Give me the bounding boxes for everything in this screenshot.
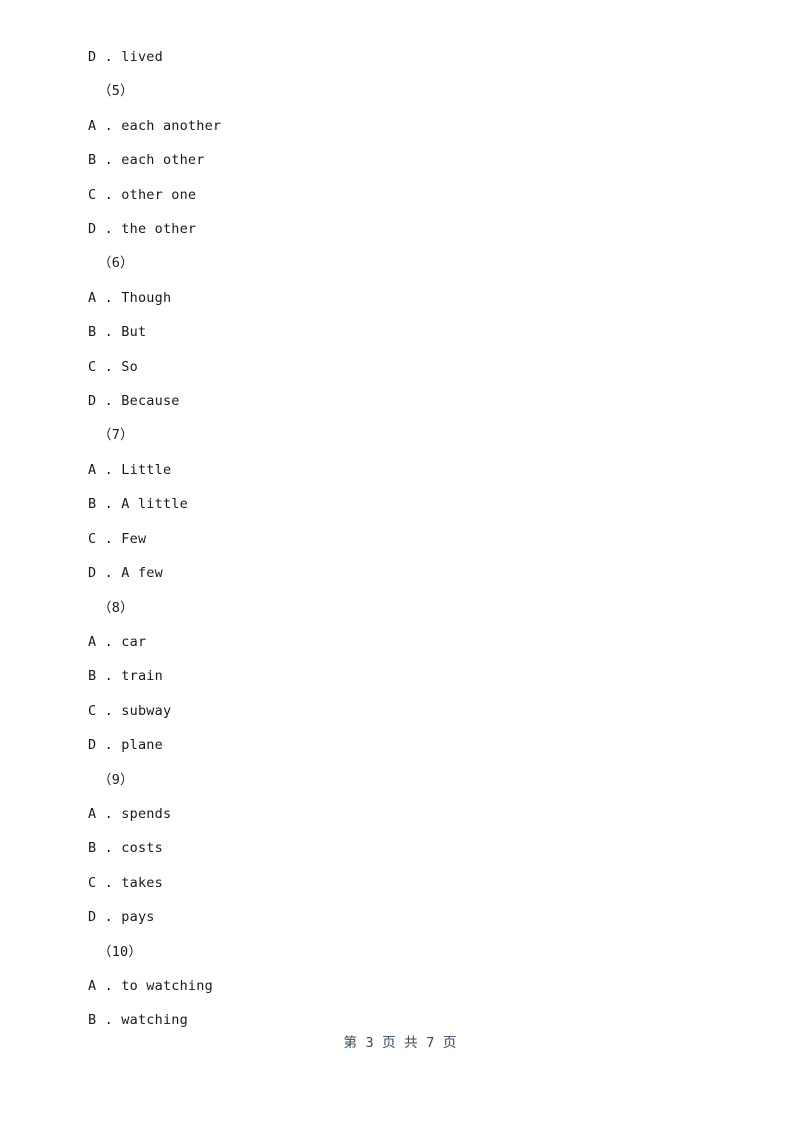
option-line: D . lived	[88, 49, 163, 65]
question-options-list: D . lived （5） A . each another B . each oth…	[88, 40, 708, 1038]
option-line: B . each other	[88, 152, 205, 169]
option-line: A . spends	[88, 805, 172, 822]
question-number: （10）	[98, 943, 143, 960]
option-line: C . subway	[88, 702, 172, 719]
option-line: B . A little	[88, 496, 188, 513]
question-number: （8）	[98, 599, 134, 616]
option-line: A . each another	[88, 117, 222, 134]
question-number: （5）	[98, 83, 134, 100]
page-footer: 第 3 页 共 7 页	[343, 1035, 457, 1051]
option-line: B . train	[88, 668, 163, 685]
option-line: D . pays	[88, 909, 155, 926]
option-line: D . Because	[88, 393, 180, 410]
option-line: B . costs	[88, 840, 163, 857]
option-line: C . Few	[88, 530, 147, 547]
option-line: C . takes	[88, 874, 163, 891]
option-line: D . the other	[88, 221, 197, 238]
option-line: D . A few	[88, 565, 163, 582]
question-number: （6）	[98, 255, 134, 272]
option-line: C . other one	[88, 186, 197, 203]
option-line: A . to watching	[88, 977, 213, 994]
question-number: （7）	[98, 427, 134, 444]
question-number: （9）	[98, 771, 134, 788]
option-line: C . So	[88, 358, 138, 375]
document-page: D . lived （5） A . each another B . each oth…	[0, 0, 800, 1132]
option-line: D . plane	[88, 737, 163, 754]
option-line: B . But	[88, 324, 147, 341]
option-line: A . Though	[88, 289, 172, 306]
option-line: A . car	[88, 633, 147, 650]
option-line: A . Little	[88, 461, 172, 478]
